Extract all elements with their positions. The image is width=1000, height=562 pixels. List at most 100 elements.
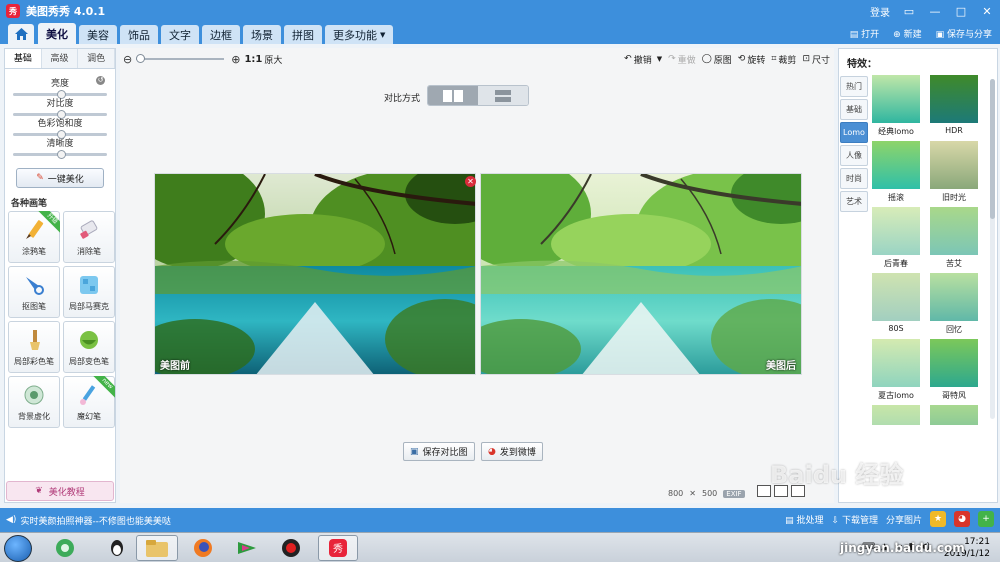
effects-scrollbar[interactable] — [990, 79, 995, 419]
times-symbol: ✕ — [689, 489, 696, 498]
effect-item[interactable] — [872, 405, 920, 425]
start-button[interactable] — [4, 535, 32, 562]
download-button[interactable]: ⇩ 下载管理 — [832, 513, 878, 526]
effect-item[interactable]: 苦艾 — [930, 207, 978, 273]
tab-text[interactable]: 文字 — [161, 25, 199, 44]
effect-item[interactable]: 哥特风 — [930, 339, 978, 405]
effect-thumb — [872, 405, 920, 425]
exif-button[interactable]: EXIF — [723, 489, 745, 498]
taskbar-app-recorder[interactable] — [274, 535, 308, 561]
taskbar-app-firefox[interactable] — [186, 535, 220, 561]
effect-thumb — [930, 405, 978, 425]
actual-size-label[interactable]: 原大 — [264, 53, 282, 66]
undo-button[interactable]: ↶ 撤销 ▼ — [624, 53, 662, 66]
actual-size-button[interactable]: 1:1 — [244, 54, 262, 65]
brightness-slider[interactable]: 亮度 — [13, 79, 107, 99]
tab-scene[interactable]: 场景 — [243, 25, 281, 44]
tab-frame[interactable]: 边框 — [202, 25, 240, 44]
restore-icon[interactable]: ▭ — [902, 5, 916, 18]
effect-item[interactable]: 80S — [872, 273, 920, 339]
close-icon[interactable]: ✕ — [465, 176, 476, 187]
tab-collage[interactable]: 拼图 — [284, 25, 322, 44]
open-button[interactable]: ▤ 打开 — [850, 27, 879, 40]
zoom-slider[interactable] — [136, 54, 225, 63]
slider-knob[interactable] — [57, 90, 66, 99]
save-share-button[interactable]: ▣ 保存与分享 — [936, 27, 992, 40]
effect-thumb — [872, 273, 920, 321]
compare-mode-label: 对比方式 — [384, 94, 421, 104]
brush-cutout[interactable]: 抠图笔 — [8, 266, 60, 318]
batch-button[interactable]: ▤ 批处理 — [785, 513, 823, 526]
maximize-icon[interactable]: □ — [954, 5, 968, 18]
brush-doodle[interactable]: 升级 涂鸦笔 — [8, 211, 60, 263]
zoom-out-icon[interactable]: ⊖ — [123, 53, 132, 66]
scrollbar-thumb[interactable] — [990, 79, 995, 219]
effect-item[interactable]: 摇滚 — [872, 141, 920, 207]
effects-tab-portrait[interactable]: 人像 — [840, 145, 868, 166]
chevron-down-icon[interactable]: ▼ — [657, 55, 662, 63]
effect-item[interactable]: 夏古lomo — [872, 339, 920, 405]
brush-mosaic[interactable]: 局部马赛克 — [63, 266, 115, 318]
slider-knob[interactable] — [57, 130, 66, 139]
effects-tab-basic[interactable]: 基础 — [840, 99, 868, 120]
minimize-icon[interactable]: — — [928, 5, 942, 18]
contrast-slider[interactable]: 对比度 — [13, 99, 107, 119]
taskbar-app-video[interactable] — [230, 535, 264, 561]
one-key-beautify-button[interactable]: ✎ 一键美化 — [16, 168, 104, 188]
side-by-side-button[interactable] — [428, 86, 478, 105]
zoom-in-icon[interactable]: ⊕ — [231, 53, 240, 66]
sharpness-slider[interactable]: 清晰度 — [13, 139, 107, 159]
rotate-button[interactable]: ⟲ 旋转 — [738, 53, 766, 66]
subtab-color[interactable]: 调色 — [78, 49, 116, 68]
subtab-advanced[interactable]: 高级 — [41, 49, 79, 68]
zoom-knob[interactable] — [136, 54, 146, 63]
brush-magic[interactable]: new 魔幻笔 — [63, 376, 115, 428]
star-icon[interactable]: ★ — [930, 511, 946, 527]
share-image-label[interactable]: 分享图片 — [886, 513, 922, 526]
effect-item[interactable]: HDR — [930, 75, 978, 141]
top-bottom-button[interactable] — [478, 86, 528, 105]
taskbar-app-explorer[interactable] — [136, 535, 178, 561]
weibo-icon[interactable]: ◕ — [954, 511, 970, 527]
effects-tab-art[interactable]: 艺术 — [840, 191, 868, 212]
taskbar-app-qq[interactable] — [100, 535, 134, 561]
photo-after: 美图后 — [480, 173, 802, 375]
brush-eraser[interactable]: 消除笔 — [63, 211, 115, 263]
taskbar-app-browser[interactable] — [48, 535, 82, 561]
subtab-basic[interactable]: 基础 — [5, 49, 42, 68]
post-weibo-button[interactable]: ◕ 发到微博 — [481, 442, 543, 461]
login-link[interactable]: 登录 — [870, 4, 890, 19]
effect-item[interactable]: 经典lomo — [872, 75, 920, 141]
slider-knob[interactable] — [57, 110, 66, 119]
brush-bg-blur[interactable]: 背景虚化 — [8, 376, 60, 428]
tab-more[interactable]: 更多功能 ▼ — [325, 25, 394, 44]
effects-grid: 经典lomo HDR 摇滚 旧时光 后青春 苦艾 80S 回忆 夏古lomo 哥… — [872, 75, 984, 425]
single-view-icon[interactable] — [757, 485, 771, 497]
saturation-slider[interactable]: 色彩饱和度 — [13, 119, 107, 139]
effects-tab-lomo[interactable]: Lomo — [840, 122, 868, 143]
effect-item[interactable]: 旧时光 — [930, 141, 978, 207]
effect-item[interactable]: 后青春 — [872, 207, 920, 273]
tab-beauty[interactable]: 美容 — [79, 25, 117, 44]
new-button[interactable]: ⊕ 新建 — [893, 27, 921, 40]
tutorial-button[interactable]: ❦ 美化教程 — [6, 481, 114, 501]
effect-item[interactable] — [930, 405, 978, 425]
save-compare-button[interactable]: ▣ 保存对比图 — [403, 442, 475, 461]
effects-tab-fashion[interactable]: 时尚 — [840, 168, 868, 189]
redo-button[interactable]: ↷ 重做 — [668, 53, 696, 66]
crop-button[interactable]: ⌗ 裁剪 — [771, 53, 796, 66]
slider-knob[interactable] — [57, 150, 66, 159]
original-button[interactable]: ◯ 原图 — [702, 53, 732, 66]
resize-button[interactable]: ⊡ 尺寸 — [802, 53, 830, 66]
brush-partial-recolor[interactable]: 局部变色笔 — [63, 321, 115, 373]
effect-item[interactable]: 回忆 — [930, 273, 978, 339]
tab-accessories[interactable]: 饰品 — [120, 25, 158, 44]
effects-tab-popular[interactable]: 热门 — [840, 76, 868, 97]
plus-icon[interactable]: + — [978, 511, 994, 527]
brush-partial-color[interactable]: 局部彩色笔 — [8, 321, 60, 373]
taskbar-app-meitu[interactable]: 秀 — [318, 535, 358, 561]
home-icon[interactable] — [8, 24, 34, 44]
tab-beautify[interactable]: 美化 — [38, 23, 76, 44]
close-icon[interactable]: ✕ — [980, 5, 994, 18]
status-message[interactable]: 实时美颜拍照神器--不修图也能美美哒 — [20, 514, 171, 527]
